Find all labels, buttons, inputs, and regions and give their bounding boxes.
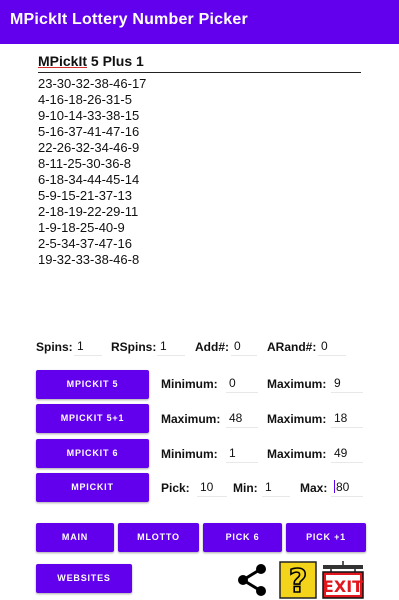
number-line: 22-26-32-34-46-9: [38, 140, 140, 155]
add-label: Add#:: [195, 340, 229, 354]
max-field[interactable]: 80: [331, 477, 363, 497]
arand-label: ARand#:: [267, 340, 317, 354]
number-list: 23-30-32-38-46-17 4-16-18-26-31-5 9-10-1…: [38, 76, 146, 268]
maximum-field[interactable]: 18: [331, 408, 363, 428]
number-line: 5-9-15-21-37-13: [38, 188, 132, 203]
number-line: 19-32-33-38-46-8: [38, 252, 140, 267]
number-line: 8-11-25-30-36-8: [38, 156, 131, 171]
maximum-field[interactable]: 48: [226, 408, 258, 428]
min-label: Min:: [233, 481, 258, 495]
websites-button[interactable]: WEBSITES: [36, 564, 132, 593]
pickplus1-button[interactable]: PICK +1: [286, 523, 366, 552]
minimum-label: Minimum:: [161, 447, 218, 461]
number-line: 6-18-34-44-45-14: [38, 172, 140, 187]
maximum-label: Maximum:: [267, 447, 327, 461]
pick-field[interactable]: 10: [197, 477, 227, 497]
max-label: Max:: [300, 481, 328, 495]
maximum-label: Maximum:: [267, 377, 327, 391]
mpickit6-button[interactable]: MPICKIT 6: [36, 439, 149, 468]
minimum-field[interactable]: 1: [226, 443, 258, 463]
number-line: 2-5-34-37-47-16: [38, 236, 132, 251]
number-line: 2-18-19-22-29-11: [38, 204, 139, 219]
minimum-label: Minimum:: [161, 377, 218, 391]
maximum-label: Maximum:: [161, 412, 221, 426]
svg-text:?: ?: [289, 562, 308, 599]
exit-sign-text: EXIT: [323, 577, 363, 596]
question-mark-icon[interactable]: ?: [279, 561, 317, 600]
mpickit-button[interactable]: MPICKIT: [36, 473, 149, 502]
arand-field[interactable]: 0: [318, 336, 346, 356]
main-button[interactable]: MAIN: [36, 523, 114, 552]
rspins-field[interactable]: 1: [157, 336, 185, 356]
section-title-rest: 5 Plus 1: [87, 53, 144, 69]
minimum-field[interactable]: 0: [226, 373, 258, 393]
section-title: MPickIt 5 Plus 1: [38, 53, 361, 73]
text-cursor: [334, 480, 335, 493]
max-field-value: 80: [336, 480, 350, 494]
spins-field[interactable]: 1: [74, 336, 102, 356]
number-line: 1-9-18-25-40-9: [38, 220, 125, 235]
mpickit5plus1-button[interactable]: MPICKIT 5+1: [36, 404, 149, 433]
app-bar: MPickIt Lottery Number Picker: [0, 0, 399, 44]
add-field[interactable]: 0: [231, 336, 257, 356]
spins-label: Spins:: [36, 340, 73, 354]
mpickit5-button[interactable]: MPICKIT 5: [36, 370, 149, 399]
section-title-brand: MPickIt: [38, 53, 88, 69]
mlotto-button[interactable]: MLOTTO: [118, 523, 199, 552]
share-icon[interactable]: [234, 563, 270, 597]
rspins-label: RSpins:: [111, 340, 157, 354]
pick6-button[interactable]: PICK 6: [203, 523, 282, 552]
app-title: MPickIt Lottery Number Picker: [10, 11, 248, 28]
maximum-label: Maximum:: [267, 412, 327, 426]
number-line: 23-30-32-38-46-17: [38, 76, 147, 91]
min-field[interactable]: 1: [262, 477, 290, 497]
number-line: 9-10-14-33-38-15: [38, 108, 140, 123]
maximum-field[interactable]: 49: [331, 443, 363, 463]
maximum-field[interactable]: 9: [331, 373, 363, 393]
pick-label: Pick:: [161, 481, 190, 495]
exit-sign-icon[interactable]: EXIT: [321, 561, 365, 600]
number-line: 5-16-37-41-47-16: [38, 124, 140, 139]
number-line: 4-16-18-26-31-5: [38, 92, 132, 107]
